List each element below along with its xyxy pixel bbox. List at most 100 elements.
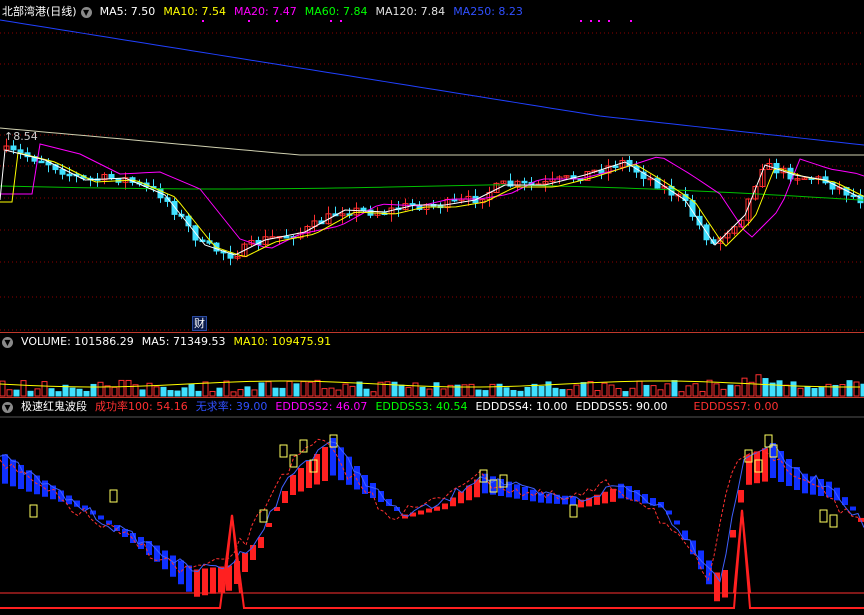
osc-bar: [722, 570, 728, 598]
volume-bar: [601, 382, 608, 397]
volume-bar: [13, 389, 20, 397]
volume-bar: [839, 384, 846, 397]
osc-bar: [706, 560, 712, 585]
candle-body: [59, 169, 66, 175]
candle-body: [360, 207, 367, 211]
osc-ind-6: EDDDSS7: 0.00: [693, 400, 779, 413]
volume-bar: [174, 390, 181, 397]
finance-marker[interactable]: 财: [192, 316, 207, 331]
osc-bar: [266, 523, 272, 527]
volume-bar: [783, 384, 790, 397]
ma120-line: [0, 127, 864, 156]
candle-body: [521, 180, 528, 184]
signal-dot: [276, 20, 278, 22]
osc-bar: [426, 508, 432, 513]
osc-bar: [258, 537, 264, 548]
volume-bar: [370, 391, 377, 397]
volume-bar: [650, 385, 657, 397]
osc-bar: [730, 530, 736, 538]
osc-ind-5: EDDDSS5: 90.00: [575, 400, 668, 413]
volume-chart[interactable]: [0, 334, 864, 398]
volume-bar: [230, 391, 237, 397]
price-chart[interactable]: [0, 0, 864, 332]
volume-bar: [664, 383, 671, 397]
osc-bar: [306, 461, 312, 488]
osc-ind-4: EDDDSS4: 10.00: [475, 400, 568, 413]
volume-bar: [804, 386, 811, 397]
osc-bar: [418, 510, 424, 515]
osc-signal-box: [819, 509, 828, 523]
osc-bar: [850, 506, 856, 511]
volume-bar: [412, 382, 419, 397]
osc-bar: [546, 493, 552, 504]
volume-bar: [146, 382, 153, 397]
osc-bar: [458, 491, 464, 504]
osc-bar: [442, 503, 448, 510]
panel-separator: [0, 397, 864, 398]
volume-bar: [426, 388, 433, 397]
volume-bar: [825, 383, 832, 397]
osc-signal-box: [829, 514, 838, 528]
volume-bar: [608, 384, 615, 397]
volume-bar: [643, 384, 650, 397]
volume-bar: [685, 385, 692, 397]
volume-bar: [692, 383, 699, 397]
volume-bar: [734, 385, 741, 397]
osc-bar: [562, 495, 568, 505]
osc-signal-box: [109, 489, 118, 503]
volume-bar: [776, 380, 783, 397]
volume-bar: [69, 387, 76, 397]
signal-dot: [608, 20, 610, 22]
volume-bar: [286, 380, 293, 397]
volume-bar: [251, 389, 258, 397]
signal-dot: [630, 20, 632, 22]
volume-bar: [489, 383, 496, 397]
volume-bar: [356, 381, 363, 397]
osc-ind-3: EDDDSS3: 40.54: [375, 400, 468, 413]
volume-bar: [97, 381, 104, 397]
volume-bar: [545, 381, 552, 397]
signal-dot: [248, 20, 250, 22]
volume-bar: [118, 379, 125, 397]
volume-bar: [566, 389, 573, 397]
volume-bar: [34, 388, 41, 397]
volume-bar: [594, 390, 601, 397]
volume-bar: [328, 387, 335, 397]
osc-bar: [330, 438, 336, 476]
volume-bar: [293, 383, 300, 397]
volume-bar: [272, 387, 279, 397]
osc-ind-2: EDDDSS2: 46.07: [275, 400, 368, 413]
oscillator-chart[interactable]: [0, 415, 864, 615]
volume-bar: [636, 380, 643, 397]
volume-bar: [265, 381, 272, 397]
chevron-down-icon[interactable]: ▼: [2, 401, 13, 413]
volume-bar: [503, 387, 510, 397]
volume-bar: [818, 387, 825, 397]
volume-bar: [720, 388, 727, 397]
osc-ind-0: 成功率100: 54.16: [95, 400, 188, 413]
volume-bar: [237, 389, 244, 397]
candle-body: [108, 173, 115, 180]
volume-bar: [853, 381, 860, 397]
volume-bar: [762, 378, 769, 397]
volume-bar: [279, 387, 286, 397]
ma250-line: [0, 19, 864, 146]
volume-bar: [139, 389, 146, 397]
osc-bar: [674, 520, 680, 525]
volume-bar: [811, 388, 818, 397]
panel-separator: [0, 332, 864, 333]
volume-bar: [181, 387, 188, 397]
signal-dot: [590, 20, 592, 22]
volume-bar: [48, 388, 55, 397]
volume-bar: [342, 383, 349, 397]
volume-bar: [419, 386, 426, 397]
osc-bar: [738, 490, 744, 503]
signal-dot: [202, 20, 204, 22]
volume-bar: [657, 389, 664, 397]
volume-bar: [314, 379, 321, 397]
volume-bar: [559, 389, 566, 397]
osc-bar: [802, 473, 808, 494]
volume-bar: [405, 386, 412, 397]
osc-bar: [210, 567, 216, 594]
volume-bar: [573, 384, 580, 397]
